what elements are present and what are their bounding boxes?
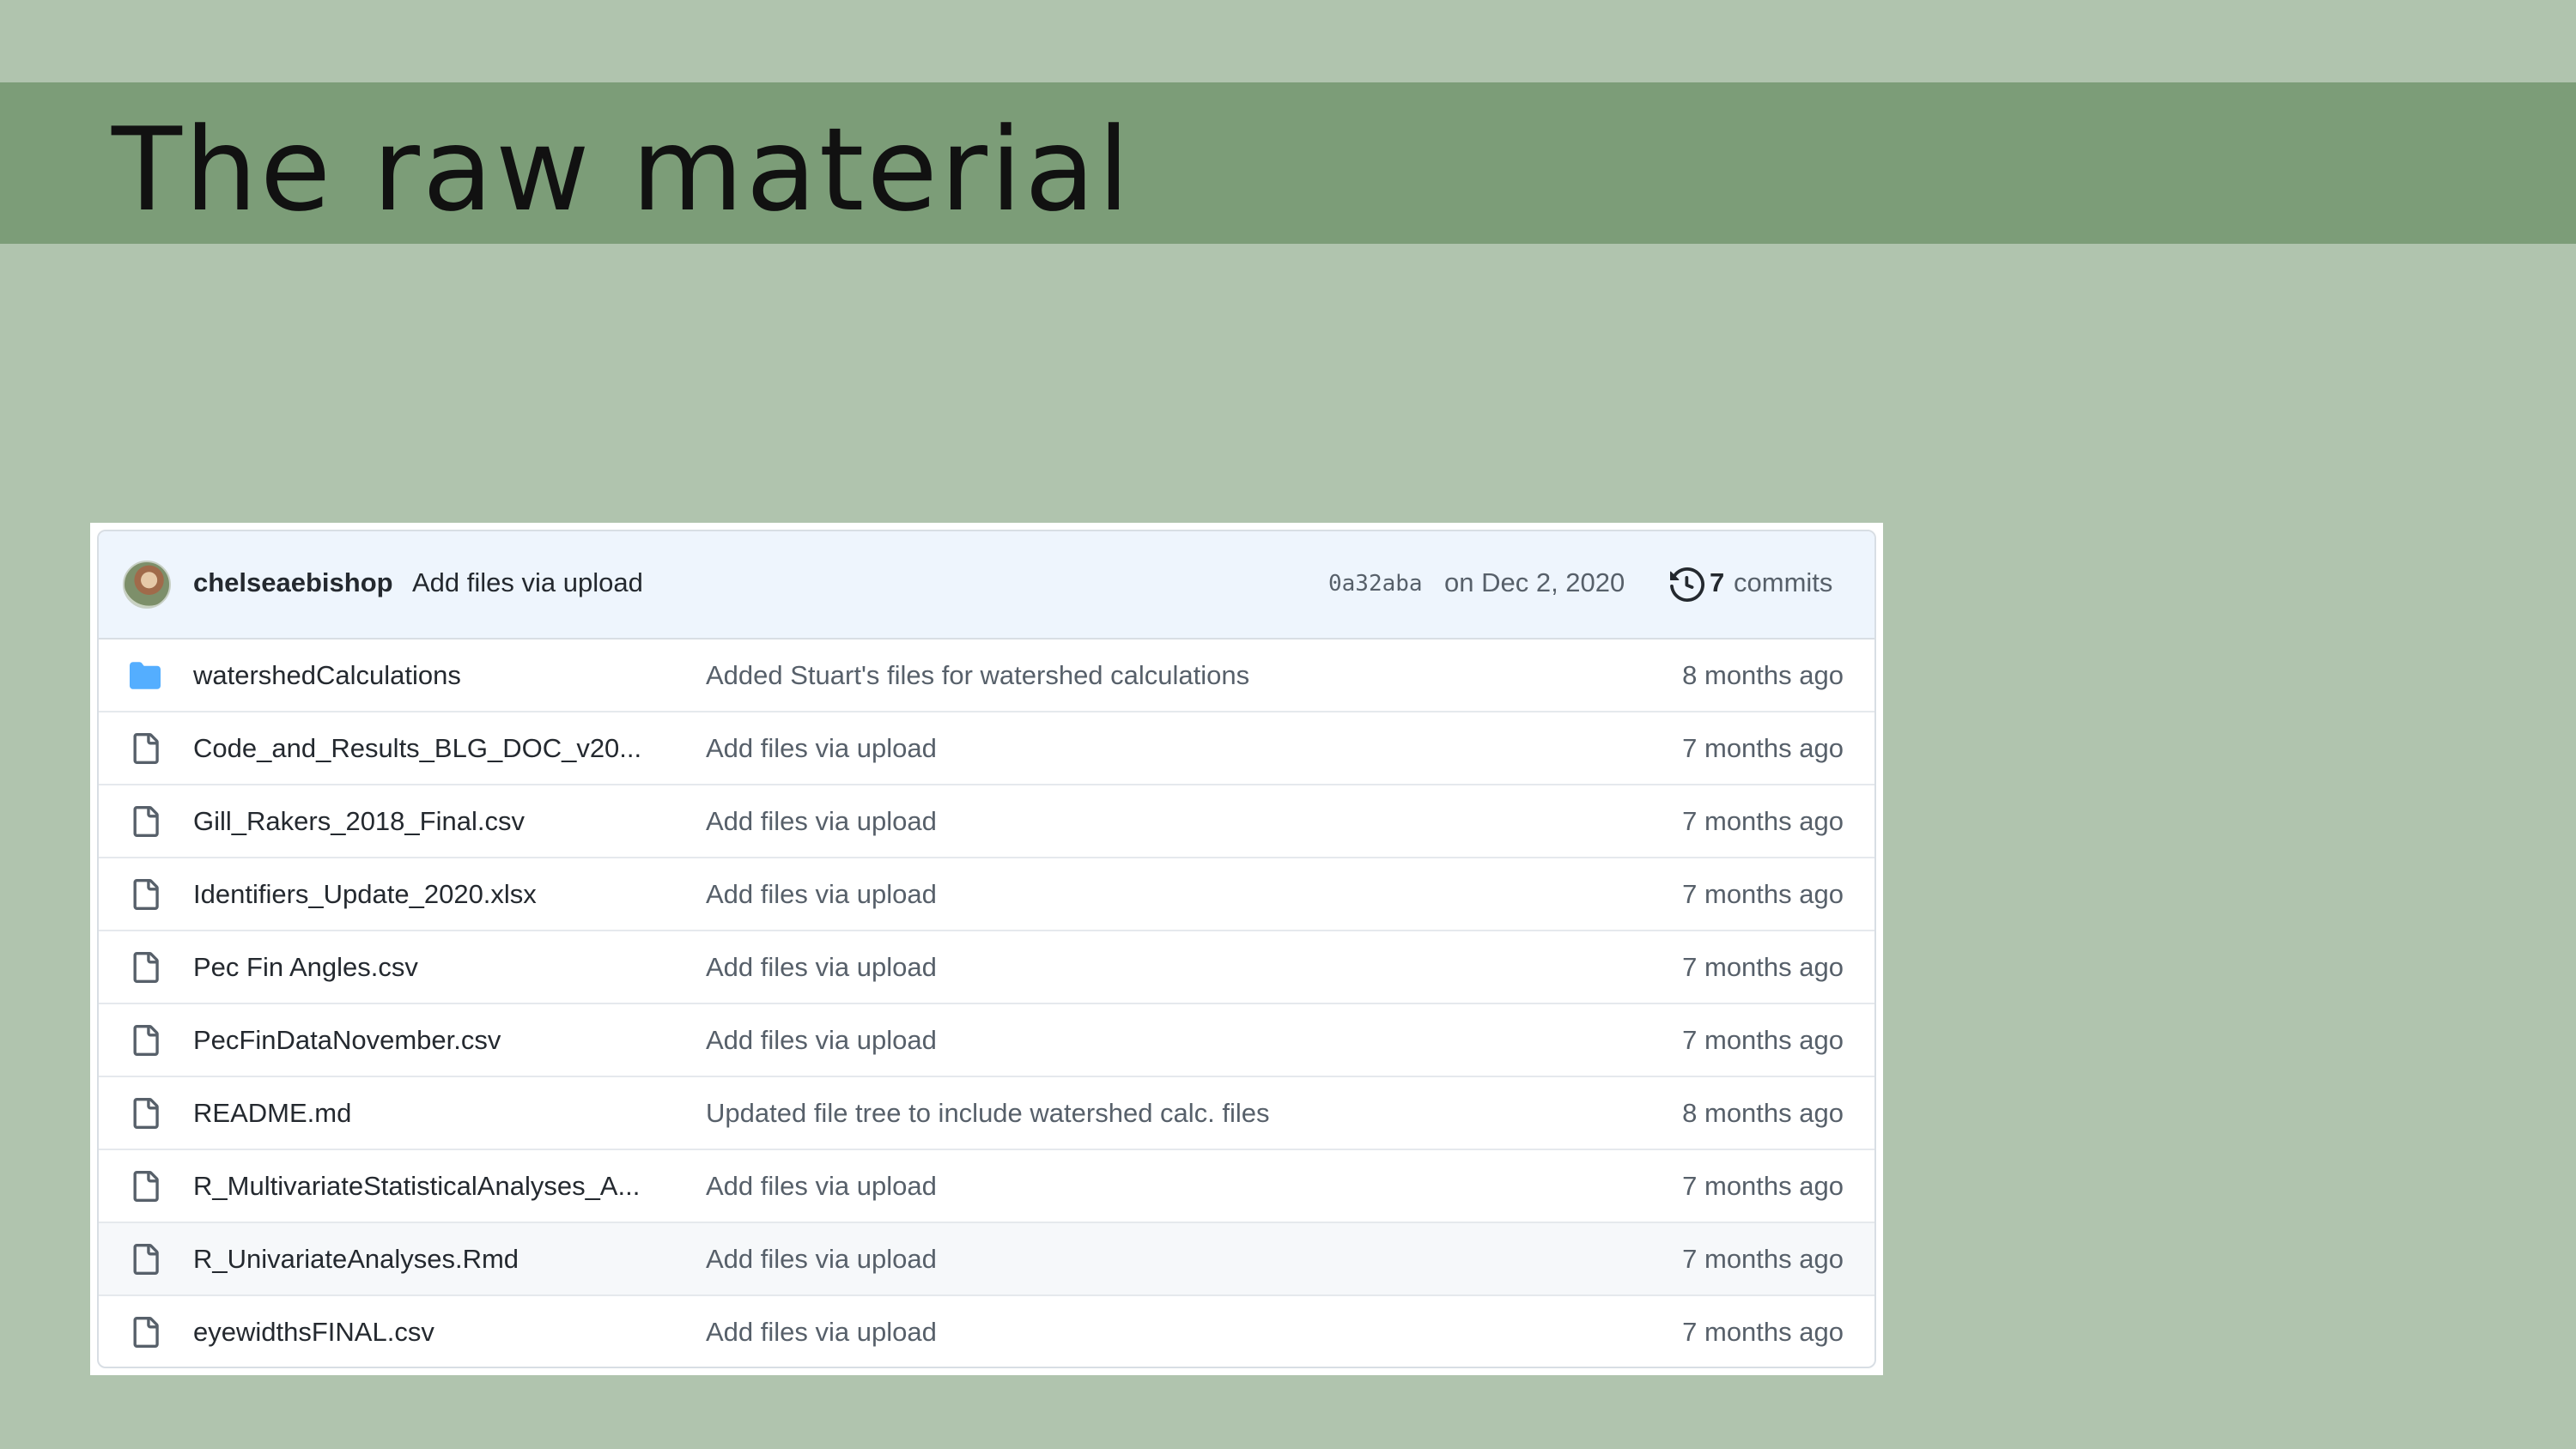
file-age: 7 months ago bbox=[1682, 806, 1844, 836]
file-name-link[interactable]: Gill_Rakers_2018_Final.csv bbox=[193, 806, 525, 837]
file-age: 7 months ago bbox=[1682, 733, 1844, 763]
commit-hash-link[interactable]: 0a32aba bbox=[1328, 571, 1423, 597]
file-commit-message[interactable]: Add files via upload bbox=[706, 952, 937, 983]
file-commit-message[interactable]: Updated file tree to include watershed c… bbox=[706, 1098, 1270, 1129]
commit-date: on Dec 2, 2020 bbox=[1444, 567, 1625, 597]
file-name-link[interactable]: README.md bbox=[193, 1098, 351, 1129]
file-age: 8 months ago bbox=[1682, 660, 1844, 690]
file-commit-message[interactable]: Add files via upload bbox=[706, 1244, 937, 1275]
file-row[interactable]: README.md Updated file tree to include w… bbox=[99, 1077, 1874, 1150]
commit-author-link[interactable]: chelseaebishop bbox=[193, 567, 393, 598]
slide-title: The raw material bbox=[112, 103, 1133, 237]
file-age: 8 months ago bbox=[1682, 1098, 1844, 1128]
folder-icon bbox=[130, 662, 161, 689]
file-icon bbox=[133, 1244, 159, 1275]
file-row[interactable]: eyewidthsFINAL.csv Add files via upload … bbox=[99, 1296, 1874, 1367]
file-age: 7 months ago bbox=[1682, 952, 1844, 982]
file-commit-message[interactable]: Add files via upload bbox=[706, 1025, 937, 1056]
file-commit-message[interactable]: Added Stuart's files for watershed calcu… bbox=[706, 660, 1249, 691]
file-commit-message[interactable]: Add files via upload bbox=[706, 733, 937, 764]
file-name-link[interactable]: Identifiers_Update_2020.xlsx bbox=[193, 879, 537, 910]
file-name-link[interactable]: watershedCalculations bbox=[193, 660, 461, 691]
file-age: 7 months ago bbox=[1682, 1025, 1844, 1055]
file-name-link[interactable]: R_MultivariateStatisticalAnalyses_A... bbox=[193, 1171, 640, 1202]
file-icon bbox=[133, 1317, 159, 1348]
file-name-link[interactable]: Code_and_Results_BLG_DOC_v20... bbox=[193, 733, 641, 764]
file-icon bbox=[133, 879, 159, 910]
file-icon bbox=[133, 952, 159, 983]
file-icon bbox=[133, 733, 159, 764]
repo-screenshot: chelseaebishop Add files via upload 0a32… bbox=[90, 523, 1883, 1375]
file-row[interactable]: watershedCalculations Added Stuart's fil… bbox=[99, 640, 1874, 712]
file-icon bbox=[133, 1025, 159, 1056]
file-name-link[interactable]: eyewidthsFINAL.csv bbox=[193, 1317, 434, 1348]
file-age: 7 months ago bbox=[1682, 1171, 1844, 1201]
file-age: 7 months ago bbox=[1682, 1317, 1844, 1347]
commit-count-label[interactable]: commits bbox=[1734, 567, 1832, 598]
file-commit-message[interactable]: Add files via upload bbox=[706, 1171, 937, 1202]
file-name-link[interactable]: R_UnivariateAnalyses.Rmd bbox=[193, 1244, 519, 1275]
file-row[interactable]: R_UnivariateAnalyses.Rmd Add files via u… bbox=[99, 1223, 1874, 1296]
latest-commit-bar: chelseaebishop Add files via upload 0a32… bbox=[99, 531, 1874, 640]
commit-message-link[interactable]: Add files via upload bbox=[412, 567, 643, 598]
file-list: chelseaebishop Add files via upload 0a32… bbox=[97, 530, 1876, 1368]
file-row[interactable]: Pec Fin Angles.csv Add files via upload … bbox=[99, 931, 1874, 1004]
file-row[interactable]: R_MultivariateStatisticalAnalyses_A... A… bbox=[99, 1150, 1874, 1223]
history-icon[interactable] bbox=[1670, 567, 1704, 602]
file-icon bbox=[133, 806, 159, 837]
avatar[interactable] bbox=[123, 561, 171, 609]
file-row[interactable]: Identifiers_Update_2020.xlsx Add files v… bbox=[99, 858, 1874, 931]
file-age: 7 months ago bbox=[1682, 1244, 1844, 1274]
file-row[interactable]: PecFinDataNovember.csv Add files via upl… bbox=[99, 1004, 1874, 1077]
file-commit-message[interactable]: Add files via upload bbox=[706, 879, 937, 910]
file-row[interactable]: Code_and_Results_BLG_DOC_v20... Add file… bbox=[99, 712, 1874, 785]
commit-count[interactable]: 7 bbox=[1710, 567, 1724, 598]
file-name-link[interactable]: Pec Fin Angles.csv bbox=[193, 952, 418, 983]
file-name-link[interactable]: PecFinDataNovember.csv bbox=[193, 1025, 501, 1056]
file-row[interactable]: Gill_Rakers_2018_Final.csv Add files via… bbox=[99, 785, 1874, 858]
file-age: 7 months ago bbox=[1682, 879, 1844, 909]
file-icon bbox=[133, 1098, 159, 1129]
file-commit-message[interactable]: Add files via upload bbox=[706, 1317, 937, 1348]
file-commit-message[interactable]: Add files via upload bbox=[706, 806, 937, 837]
file-icon bbox=[133, 1171, 159, 1202]
